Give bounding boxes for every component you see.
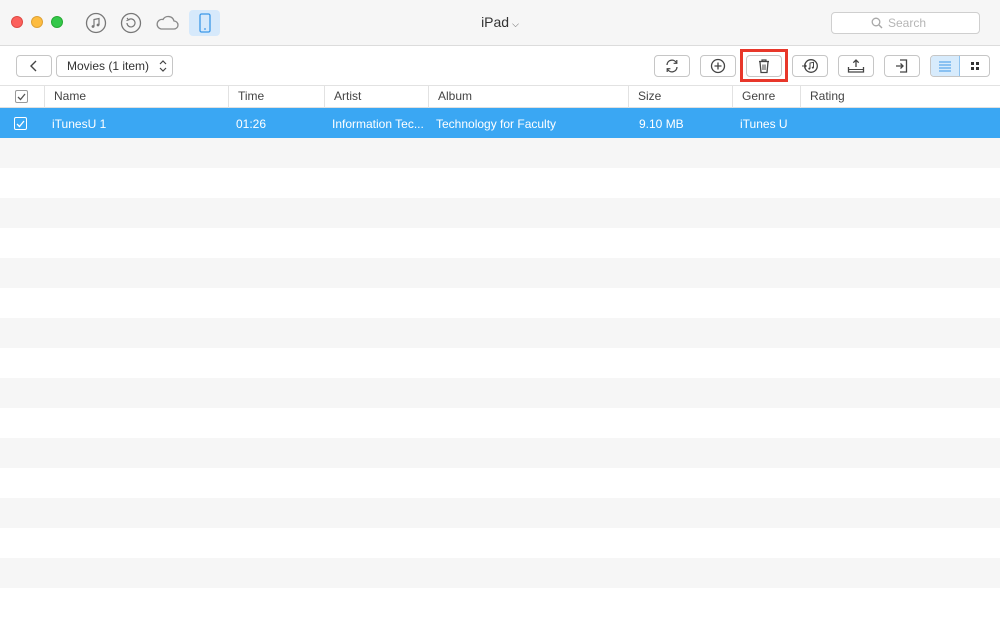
- close-window-button[interactable]: [11, 16, 23, 28]
- empty-row: [0, 558, 1000, 588]
- empty-row: [0, 378, 1000, 408]
- to-computer-icon: [847, 59, 865, 73]
- empty-row: [0, 438, 1000, 468]
- checkmark-icon: [17, 93, 26, 100]
- device-icon[interactable]: [189, 10, 220, 36]
- search-field[interactable]: [831, 12, 980, 34]
- search-icon: [871, 17, 883, 29]
- list-view-button[interactable]: [931, 56, 961, 76]
- to-itunes-button[interactable]: [792, 55, 828, 77]
- delete-button-highlight: [740, 49, 788, 82]
- title-bar: iPad ⌵: [0, 0, 1000, 46]
- refresh-icon: [666, 59, 678, 73]
- row-checkbox[interactable]: [14, 117, 27, 130]
- list-view-icon: [939, 61, 951, 72]
- empty-row: [0, 498, 1000, 528]
- file-table-body: iTunesU 1 01:26 Information Tec... Techn…: [0, 108, 1000, 620]
- cell-rating: [808, 108, 998, 138]
- zoom-window-button[interactable]: [51, 16, 63, 28]
- table-row[interactable]: iTunesU 1 01:26 Information Tec... Techn…: [0, 108, 1000, 138]
- select-all-column: [0, 86, 45, 108]
- column-header-artist[interactable]: Artist: [325, 86, 429, 108]
- cell-size: 9.10 MB: [639, 117, 684, 131]
- table-header: Name Time Artist Album Size Genre Rating: [0, 86, 1000, 108]
- empty-row: [0, 138, 1000, 168]
- cell-name: iTunesU 1: [52, 117, 107, 131]
- cell-genre: iTunes U: [740, 117, 788, 131]
- grid-view-icon: [970, 62, 979, 70]
- add-button[interactable]: [700, 55, 736, 77]
- column-header-album[interactable]: Album: [429, 86, 629, 108]
- chevron-down-icon: ⌵: [512, 19, 519, 29]
- to-computer-button[interactable]: [838, 55, 874, 77]
- empty-row: [0, 258, 1000, 288]
- empty-row: [0, 198, 1000, 228]
- to-device-button[interactable]: [884, 55, 920, 77]
- column-header-time[interactable]: Time: [229, 86, 325, 108]
- select-all-checkbox[interactable]: [15, 90, 28, 103]
- checkmark-icon: [16, 120, 25, 127]
- cell-album: Technology for Faculty: [436, 117, 557, 131]
- category-select[interactable]: Movies (1 item): [56, 55, 173, 77]
- category-select-label: Movies (1 item): [67, 59, 150, 73]
- cloud-icon[interactable]: [154, 10, 180, 36]
- to-device-icon: [896, 59, 908, 73]
- search-input[interactable]: [888, 16, 940, 30]
- grid-view-button[interactable]: [960, 56, 989, 76]
- column-header-genre[interactable]: Genre: [733, 86, 801, 108]
- column-header-size[interactable]: Size: [629, 86, 733, 108]
- device-title-label: iPad: [481, 14, 510, 30]
- column-header-rating[interactable]: Rating: [801, 86, 1000, 108]
- refresh-button[interactable]: [654, 55, 690, 77]
- cell-artist: Information Tec...: [332, 117, 424, 131]
- to-itunes-icon: [802, 59, 818, 73]
- view-mode-toggle: [930, 55, 990, 77]
- empty-row: [0, 318, 1000, 348]
- music-note-icon[interactable]: [83, 10, 109, 36]
- cell-time: 01:26: [236, 117, 267, 131]
- restore-icon[interactable]: [118, 10, 144, 36]
- chevron-left-icon: [30, 60, 37, 72]
- column-header-name[interactable]: Name: [45, 86, 229, 108]
- minimize-window-button[interactable]: [31, 16, 43, 28]
- device-title[interactable]: iPad ⌵: [440, 14, 560, 30]
- up-down-chevron-icon: [159, 60, 167, 72]
- toolbar: Movies (1 item): [0, 46, 1000, 86]
- back-button[interactable]: [16, 55, 52, 77]
- add-icon: [710, 58, 726, 74]
